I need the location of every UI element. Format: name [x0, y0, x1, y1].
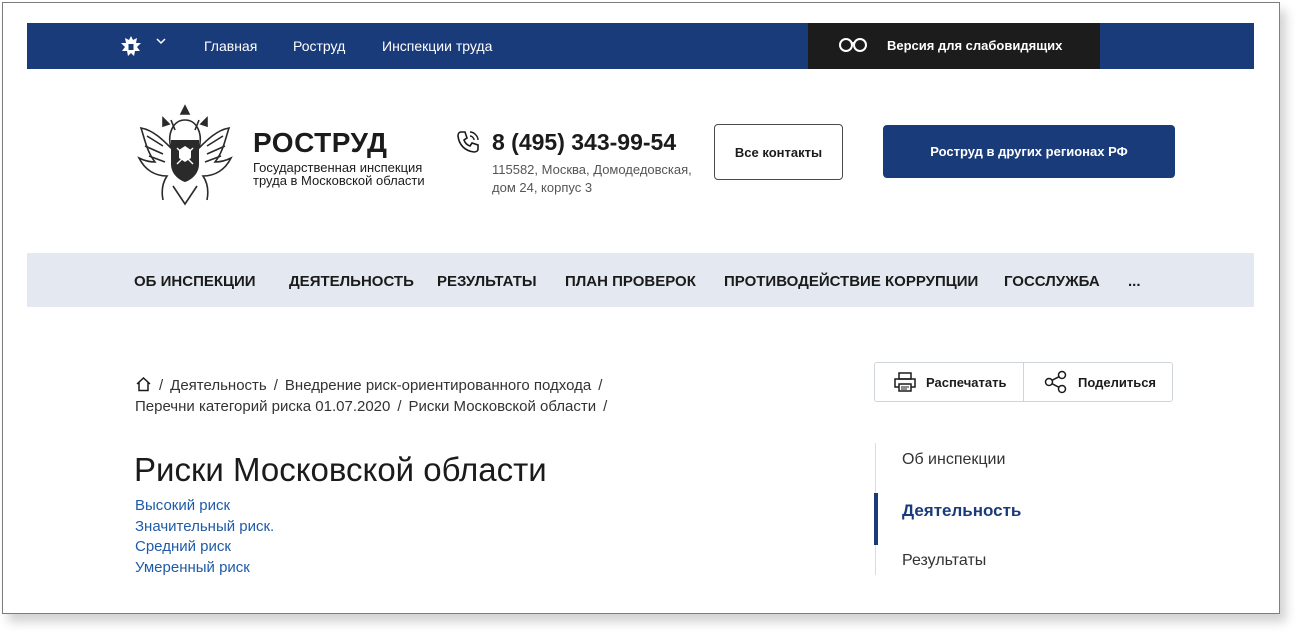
- print-button[interactable]: Распечатать: [893, 363, 1006, 401]
- accessibility-version-label: Версия для слабовидящих: [887, 38, 1063, 53]
- address: 115582, Москва, Домодедовская, дом 24, к…: [492, 162, 692, 195]
- accessibility-version-button[interactable]: Версия для слабовидящих: [808, 23, 1100, 69]
- main-menu: ОБ ИНСПЕКЦИИ ДЕЯТЕЛЬНОСТЬ РЕЗУЛЬТАТЫ ПЛА…: [27, 253, 1254, 307]
- menu-item-anticorruption[interactable]: ПРОТИВОДЕЙСТВИЕ КОРРУПЦИИ: [724, 273, 978, 290]
- emblem-icon[interactable]: [133, 100, 237, 212]
- risk-link-medium[interactable]: Средний риск: [135, 537, 274, 558]
- sidenav-item-results[interactable]: Результаты: [902, 552, 986, 570]
- phone-icon: [457, 131, 479, 153]
- menu-more-button[interactable]: ...: [1128, 273, 1141, 290]
- menu-item-activity[interactable]: ДЕЯТЕЛЬНОСТЬ: [289, 273, 414, 290]
- side-nav: Об инспекции Деятельность Результаты: [874, 443, 1176, 575]
- topnav-link-inspections[interactable]: Инспекции труда: [382, 38, 492, 54]
- topnav-link-main[interactable]: Главная: [204, 38, 257, 54]
- sidenav-active-indicator: [874, 493, 878, 545]
- menu-item-about[interactable]: ОБ ИНСПЕКЦИИ: [134, 273, 256, 290]
- phone-number[interactable]: 8 (495) 343-99-54: [492, 129, 676, 156]
- other-regions-button[interactable]: Роструд в других регионах РФ: [883, 125, 1175, 178]
- page-actions: Распечатать Поделиться: [874, 362, 1173, 402]
- risk-links-list: Высокий риск Значительный риск. Средний …: [135, 496, 274, 578]
- topnav-link-rostrud[interactable]: Роструд: [293, 38, 345, 54]
- chevron-down-icon[interactable]: [155, 35, 167, 50]
- sidenav-item-about[interactable]: Об инспекции: [902, 451, 1005, 469]
- share-label: Поделиться: [1078, 374, 1157, 390]
- menu-item-results[interactable]: РЕЗУЛЬТАТЫ: [437, 273, 537, 290]
- glasses-icon: [839, 38, 867, 52]
- all-contacts-button[interactable]: Все контакты: [714, 124, 843, 180]
- breadcrumb-current[interactable]: Риски Московской области: [409, 398, 597, 415]
- brand-name[interactable]: РОСТРУД: [253, 127, 387, 159]
- page-frame: Главная Роструд Инспекции труда Версия д…: [2, 2, 1280, 614]
- brand-subtitle: Государственная инспекция труда в Москов…: [253, 160, 425, 188]
- top-bar: Главная Роструд Инспекции труда Версия д…: [27, 23, 1254, 69]
- risk-link-high[interactable]: Высокий риск: [135, 496, 274, 517]
- share-icon: [1044, 370, 1067, 394]
- share-button[interactable]: Поделиться: [1043, 363, 1156, 401]
- page-title: Риски Московской области: [134, 451, 547, 488]
- print-label: Распечатать: [926, 374, 1007, 390]
- risk-link-significant[interactable]: Значительный риск.: [135, 517, 274, 538]
- menu-item-civil-service[interactable]: ГОССЛУЖБА: [1004, 273, 1100, 290]
- risk-link-moderate[interactable]: Умеренный риск: [135, 558, 274, 579]
- actions-divider: [1023, 363, 1024, 401]
- breadcrumb-activity[interactable]: Деятельность: [170, 377, 267, 394]
- breadcrumb-risk-lists[interactable]: Перечни категорий риска 01.07.2020: [135, 398, 390, 415]
- breadcrumb: / Деятельность / Внедрение риск-ориентирова…: [135, 376, 608, 415]
- sidenav-item-activity[interactable]: Деятельность: [902, 501, 1021, 521]
- home-icon[interactable]: [135, 376, 152, 392]
- printer-icon: [894, 372, 916, 392]
- menu-item-inspection-plan[interactable]: ПЛАН ПРОВЕРОК: [565, 273, 696, 290]
- breadcrumb-risk-approach[interactable]: Внедрение риск-ориентированного подхода: [285, 377, 591, 394]
- emblem-icon[interactable]: [117, 33, 145, 61]
